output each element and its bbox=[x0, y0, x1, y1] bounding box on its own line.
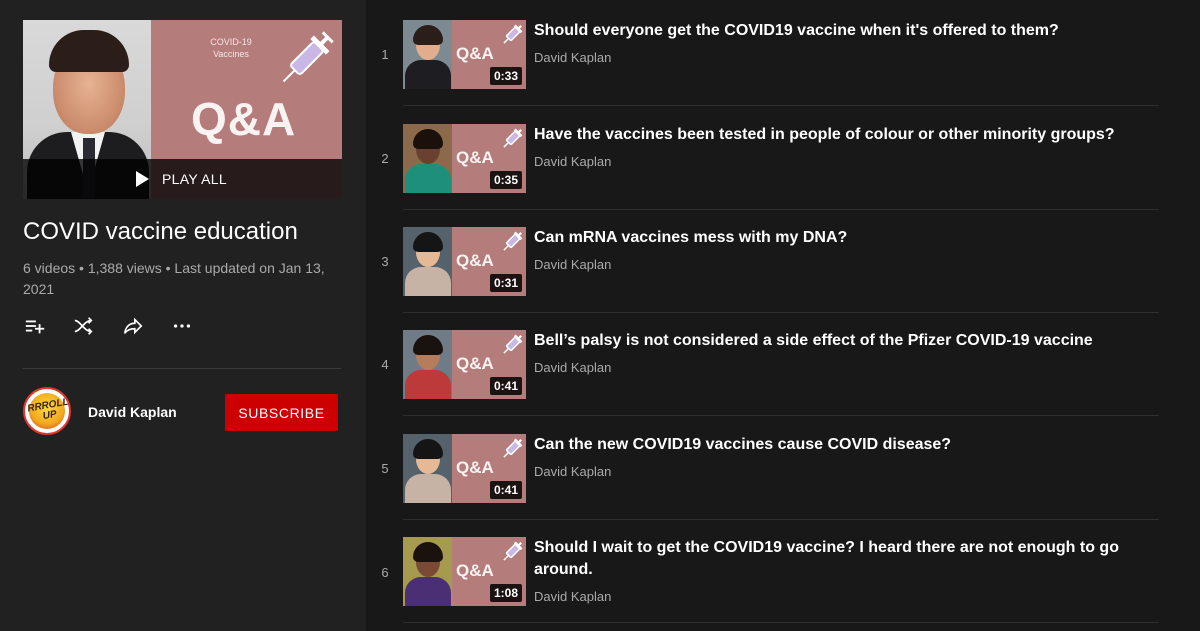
play-all-label: PLAY ALL bbox=[162, 171, 227, 187]
video-index: 4 bbox=[381, 357, 389, 372]
add-to-queue-icon bbox=[25, 320, 45, 334]
card-qa-text: Q&A bbox=[191, 93, 297, 145]
syringe-icon bbox=[503, 231, 523, 251]
video-thumbnail[interactable]: Q&A 0:31 bbox=[403, 227, 526, 296]
presenter-photo bbox=[403, 330, 452, 399]
video-duration: 0:35 bbox=[489, 171, 522, 189]
card-qa-text: Q&A bbox=[456, 148, 494, 167]
syringe-icon bbox=[503, 438, 523, 458]
channel-name[interactable]: David Kaplan bbox=[88, 404, 177, 420]
shuffle-button[interactable] bbox=[72, 314, 96, 338]
video-duration: 0:41 bbox=[489, 481, 522, 499]
playlist-title[interactable]: COVID vaccine education bbox=[23, 218, 298, 246]
syringe-icon bbox=[503, 541, 523, 561]
sidebar-divider bbox=[23, 368, 341, 369]
row-divider bbox=[403, 622, 1159, 623]
presenter-photo bbox=[403, 227, 452, 296]
card-qa-text: Q&A bbox=[456, 458, 494, 477]
video-duration: 0:33 bbox=[489, 67, 522, 85]
list-item[interactable]: 5 Q&A 0:41 Can the new COVID19 vaccines … bbox=[366, 434, 1200, 538]
video-thumbnail[interactable]: Q&A 0:35 bbox=[403, 124, 526, 193]
more-options-button[interactable] bbox=[170, 314, 194, 338]
video-channel[interactable]: David Kaplan bbox=[534, 50, 611, 65]
list-item[interactable]: 2 Q&A 0:35 Have the vaccines been tested… bbox=[366, 124, 1200, 228]
video-thumbnail[interactable]: Q&A 0:41 bbox=[403, 434, 526, 503]
presenter-photo bbox=[403, 124, 452, 193]
card-qa-text: Q&A bbox=[456, 44, 494, 63]
video-title[interactable]: Can mRNA vaccines mess with my DNA? bbox=[534, 227, 1154, 249]
video-index: 6 bbox=[381, 565, 389, 580]
syringe-icon bbox=[503, 24, 523, 44]
video-index: 2 bbox=[381, 151, 389, 166]
video-index: 1 bbox=[381, 47, 389, 62]
row-divider bbox=[403, 415, 1159, 416]
syringe-icon bbox=[503, 128, 523, 148]
video-index: 5 bbox=[381, 461, 389, 476]
video-channel[interactable]: David Kaplan bbox=[534, 360, 611, 375]
video-index: 3 bbox=[381, 254, 389, 269]
syringe-icon bbox=[503, 334, 523, 354]
list-item[interactable]: 1 Q&A 0:33 Should everyone get the COVID… bbox=[366, 20, 1200, 124]
playlist-sidebar: COVID-19 Vaccines Q&A PLAY ALL COVID vac… bbox=[0, 0, 366, 631]
row-divider bbox=[403, 209, 1159, 210]
list-item[interactable]: 6 Q&A 1:08 Should I wait to get the COVI… bbox=[366, 537, 1200, 631]
presenter-photo bbox=[403, 537, 452, 606]
playlist-thumbnail[interactable]: COVID-19 Vaccines Q&A PLAY ALL bbox=[23, 20, 342, 199]
list-item[interactable]: 3 Q&A 0:31 Can mRNA vaccines mess with m… bbox=[366, 227, 1200, 331]
video-title[interactable]: Can the new COVID19 vaccines cause COVID… bbox=[534, 434, 1154, 456]
subscribe-button[interactable]: SUBSCRIBE bbox=[225, 394, 338, 431]
video-channel[interactable]: David Kaplan bbox=[534, 589, 611, 604]
row-divider bbox=[403, 312, 1159, 313]
presenter-photo bbox=[403, 434, 452, 503]
share-icon bbox=[123, 317, 143, 335]
list-item[interactable]: 4 Q&A 0:41 Bell’s palsy is not considere… bbox=[366, 330, 1200, 434]
video-duration: 1:08 bbox=[489, 584, 522, 602]
play-all-button[interactable]: PLAY ALL bbox=[23, 159, 342, 199]
row-divider bbox=[403, 519, 1159, 520]
row-divider bbox=[403, 105, 1159, 106]
card-qa-text: Q&A bbox=[456, 251, 494, 270]
presenter-photo bbox=[403, 20, 452, 89]
video-thumbnail[interactable]: Q&A 0:41 bbox=[403, 330, 526, 399]
video-channel[interactable]: David Kaplan bbox=[534, 257, 611, 272]
card-subtitle: COVID-19 Vaccines bbox=[210, 37, 252, 59]
playlist-stats: 6 videos • 1,388 views • Last updated on… bbox=[23, 260, 325, 297]
card-qa-text: Q&A bbox=[456, 561, 494, 580]
video-title[interactable]: Have the vaccines been tested in people … bbox=[534, 124, 1154, 146]
video-duration: 0:31 bbox=[489, 274, 522, 292]
card-qa-text: Q&A bbox=[456, 354, 494, 373]
more-icon bbox=[173, 324, 191, 328]
video-thumbnail[interactable]: Q&A 1:08 bbox=[403, 537, 526, 606]
video-title[interactable]: Should I wait to get the COVID19 vaccine… bbox=[534, 537, 1154, 581]
video-title[interactable]: Bell’s palsy is not considered a side ef… bbox=[534, 330, 1154, 352]
share-button[interactable] bbox=[121, 314, 145, 338]
play-icon bbox=[136, 171, 149, 187]
video-duration: 0:41 bbox=[489, 377, 522, 395]
channel-avatar[interactable]: RRROLL UP bbox=[23, 387, 71, 435]
video-title[interactable]: Should everyone get the COVID19 vaccine … bbox=[534, 20, 1154, 42]
add-to-queue-button[interactable] bbox=[23, 314, 47, 338]
syringe-icon bbox=[282, 31, 334, 83]
video-thumbnail[interactable]: Q&A 0:33 bbox=[403, 20, 526, 89]
video-channel[interactable]: David Kaplan bbox=[534, 464, 611, 479]
shuffle-icon bbox=[74, 317, 93, 335]
video-channel[interactable]: David Kaplan bbox=[534, 154, 611, 169]
